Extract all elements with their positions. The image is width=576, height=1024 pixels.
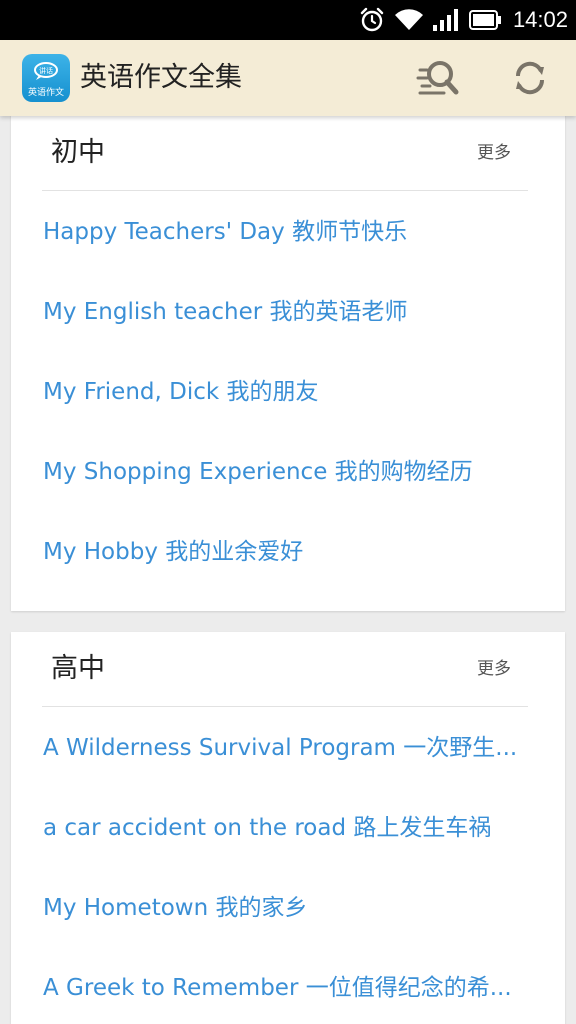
article-item[interactable]: A Greek to Remember 一位值得纪念的希... <box>11 948 565 1024</box>
section-header: 初中 更多 <box>42 116 528 191</box>
status-bar: 14:02 <box>0 0 576 40</box>
article-item[interactable]: a car accident on the road 路上发生车祸 <box>11 788 565 868</box>
article-item[interactable]: My Hometown 我的家乡 <box>11 868 565 948</box>
more-link[interactable]: 更多 <box>477 116 511 190</box>
article-list: Happy Teachers' Day 教师节快乐 My English tea… <box>11 191 565 592</box>
article-item[interactable]: Happy Teachers' Day 教师节快乐 <box>11 192 565 272</box>
status-icons: 14:02 <box>359 0 568 40</box>
article-item[interactable]: My Friend, Dick 我的朋友 <box>11 352 565 432</box>
article-item[interactable]: My Hobby 我的业余爱好 <box>11 512 565 592</box>
section-card-junior: 初中 更多 Happy Teachers' Day 教师节快乐 My Engli… <box>11 116 565 611</box>
app-logo-badge: 讲话 <box>39 66 53 75</box>
article-list: A Wilderness Survival Program 一次野生... a … <box>11 707 565 1024</box>
article-item[interactable]: A Wilderness Survival Program 一次野生... <box>11 708 565 788</box>
app-logo-icon: 讲话 英语作文 <box>28 62 64 98</box>
wifi-icon <box>394 9 423 31</box>
app-title: 英语作文全集 <box>80 62 242 93</box>
section-header: 高中 更多 <box>42 632 528 707</box>
alarm-icon <box>360 7 384 32</box>
refresh-button[interactable] <box>506 54 554 102</box>
section-title: 初中 <box>51 137 105 168</box>
search-icon <box>416 61 459 95</box>
article-item[interactable]: My English teacher 我的英语老师 <box>11 272 565 352</box>
battery-icon <box>468 10 501 30</box>
article-item[interactable]: My Shopping Experience 我的购物经历 <box>11 432 565 512</box>
section-title: 高中 <box>51 653 105 684</box>
content-scroll[interactable]: 初中 更多 Happy Teachers' Day 教师节快乐 My Engli… <box>0 116 576 1024</box>
section-card-senior: 高中 更多 A Wilderness Survival Program 一次野生… <box>11 632 565 1024</box>
app-logo: 讲话 英语作文 <box>22 54 70 102</box>
app-logo-text: 英语作文 <box>28 86 64 98</box>
search-button[interactable] <box>414 54 462 102</box>
status-time: 14:02 <box>512 7 568 32</box>
app-bar: 讲话 英语作文 英语作文全集 <box>0 40 576 116</box>
signal-icon <box>432 9 458 31</box>
more-link[interactable]: 更多 <box>477 632 511 706</box>
refresh-icon <box>515 61 545 95</box>
